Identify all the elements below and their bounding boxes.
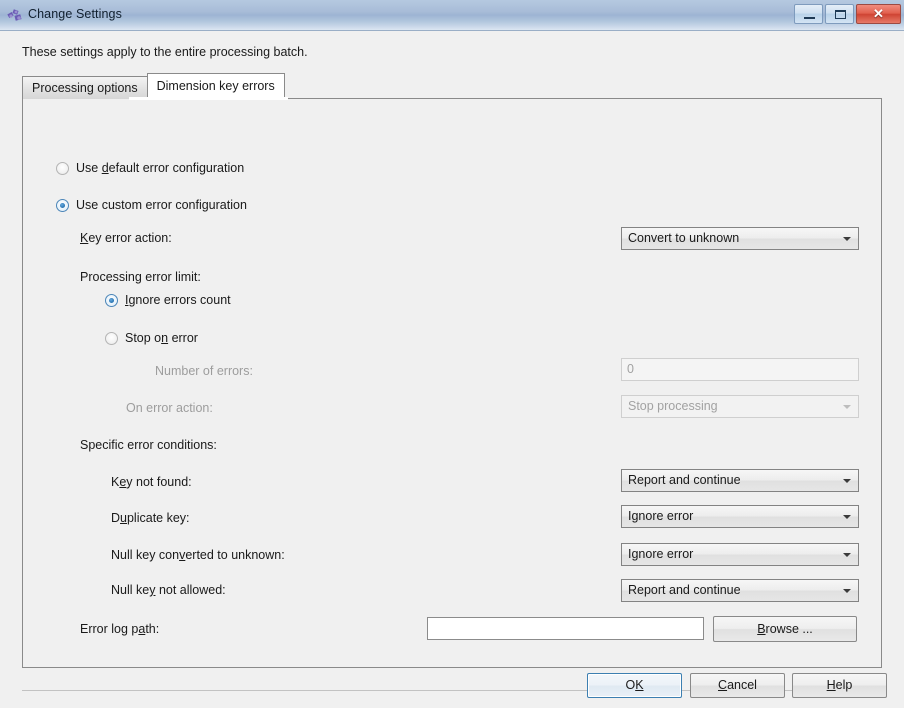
accel-C: C <box>718 678 728 692</box>
radio-use-default-error-configuration[interactable]: Use default error configuration <box>56 161 244 175</box>
minimize-button[interactable] <box>794 4 823 24</box>
chevron-down-icon <box>843 479 851 483</box>
chevron-down-icon <box>843 589 851 593</box>
label-key-not-found-post: y not found: <box>126 475 192 489</box>
combo-duplicate-key[interactable]: Ignore error <box>621 505 859 528</box>
radio-indicator-stop-on-error <box>105 331 118 345</box>
accel-H: H <box>826 678 836 692</box>
accel-u: u <box>120 511 127 525</box>
title-bar: Change Settings ✕ <box>0 0 904 31</box>
label-null-key-converted-post: erted to unknown: <box>185 548 285 562</box>
radio-label-stop-on-error-post: error <box>168 331 198 345</box>
label-duplicate-key-pre: D <box>111 511 121 525</box>
label-error-log-path-post: th: <box>145 622 160 636</box>
accel-B: B <box>757 622 766 636</box>
dialog-client-area: These settings apply to the entire proce… <box>0 31 904 708</box>
label-duplicate-key-post: plicate key: <box>126 511 190 525</box>
combo-key-error-action[interactable]: Convert to unknown <box>621 227 859 250</box>
app-settings-icon <box>7 9 22 21</box>
tab-strip: Processing options Dimension key errors <box>22 73 285 99</box>
radio-indicator-custom <box>56 198 69 212</box>
label-duplicate-key: Duplicate key: <box>111 507 190 529</box>
chevron-down-icon <box>843 515 851 519</box>
combo-key-not-found[interactable]: Report and continue <box>621 469 859 492</box>
label-on-error-action: On error action: <box>126 401 213 415</box>
change-settings-dialog: Change Settings ✕ These settings apply t… <box>0 0 904 708</box>
input-error-log-path[interactable] <box>427 617 704 640</box>
tab-panel-dimension-key-errors: Use default error configuration Use cust… <box>22 98 882 668</box>
radio-label-stop-on-error-pre: Stop o <box>125 331 162 345</box>
label-null-key-not-allowed: Null key not allowed: <box>111 579 226 601</box>
combo-key-not-found-value: Report and continue <box>628 473 741 487</box>
label-error-log-path: Error log path: <box>80 618 159 640</box>
combo-null-key-converted-value: Ignore error <box>628 547 694 561</box>
input-number-of-errors-value: 0 <box>627 362 634 376</box>
radio-use-custom-error-configuration[interactable]: Use custom error configuration <box>56 198 247 212</box>
help-button[interactable]: Help <box>792 673 887 698</box>
label-null-key-converted-pre: Null key con <box>111 548 180 562</box>
radio-indicator-default <box>56 161 69 175</box>
radio-label-ignore-errors-count-rest: gnore errors count <box>128 293 231 307</box>
input-number-of-errors[interactable]: 0 <box>621 358 859 381</box>
label-null-key-not-allowed-post: not allowed: <box>155 583 226 597</box>
radio-label-stop-on-error: Stop on error <box>125 331 198 345</box>
chevron-down-icon <box>843 237 851 241</box>
close-icon: ✕ <box>873 6 884 21</box>
window-controls: ✕ <box>794 4 901 24</box>
close-button[interactable]: ✕ <box>856 4 901 24</box>
chevron-down-icon <box>843 553 851 557</box>
combo-null-key-not-allowed[interactable]: Report and continue <box>621 579 859 602</box>
label-key-error-action-rest: ey error action: <box>88 231 172 245</box>
tab-processing-options[interactable]: Processing options <box>22 76 148 99</box>
combo-null-key-not-allowed-value: Report and continue <box>628 583 741 597</box>
window-title: Change Settings <box>28 7 122 21</box>
maximize-button[interactable] <box>825 4 854 24</box>
radio-label-default-rest: efault error configuration <box>108 161 245 175</box>
accel-K-ok: K <box>635 678 644 692</box>
browse-button-label: rowse ... <box>765 622 813 636</box>
label-error-log-path-pre: Error log p <box>80 622 139 636</box>
help-button-rest: elp <box>835 678 853 692</box>
chevron-down-icon-disabled <box>843 405 851 409</box>
cancel-button-rest: ancel <box>727 678 757 692</box>
heading-processing-error-limit: Processing error limit: <box>80 270 201 284</box>
browse-button[interactable]: Browse ... <box>713 616 857 642</box>
radio-label-custom: Use custom error configuration <box>76 198 247 212</box>
combo-on-error-action-value: Stop processing <box>628 399 718 413</box>
tab-dimension-key-errors[interactable]: Dimension key errors <box>146 73 285 99</box>
label-number-of-errors: Number of errors: <box>155 364 253 378</box>
tab-active-seam <box>129 97 288 100</box>
ok-button[interactable]: OK <box>587 673 682 698</box>
combo-key-error-action-value: Convert to unknown <box>628 231 740 245</box>
radio-label-default: Use default error configuration <box>76 161 245 175</box>
heading-specific-error-conditions: Specific error conditions: <box>80 438 217 452</box>
minimize-icon <box>804 17 815 19</box>
label-null-key-converted-to-unknown: Null key converted to unknown: <box>111 544 285 566</box>
ok-button-pre: O <box>625 678 636 692</box>
label-key-error-action: Key error action: <box>80 227 172 249</box>
combo-on-error-action[interactable]: Stop processing <box>621 395 859 418</box>
label-null-key-not-allowed-pre: Null ke <box>111 583 150 597</box>
cancel-button[interactable]: Cancel <box>690 673 785 698</box>
radio-label-ignore-errors-count: Ignore errors count <box>125 293 231 307</box>
combo-duplicate-key-value: Ignore error <box>628 509 694 523</box>
maximize-icon <box>835 10 846 19</box>
combo-null-key-converted-to-unknown[interactable]: Ignore error <box>621 543 859 566</box>
label-key-not-found: Key not found: <box>111 471 192 493</box>
radio-stop-on-error[interactable]: Stop on error <box>105 331 198 345</box>
radio-ignore-errors-count[interactable]: Ignore errors count <box>105 293 231 307</box>
accel-d: d <box>101 161 109 175</box>
intro-text: These settings apply to the entire proce… <box>22 45 308 59</box>
radio-indicator-ignore-errors-count <box>105 293 118 307</box>
